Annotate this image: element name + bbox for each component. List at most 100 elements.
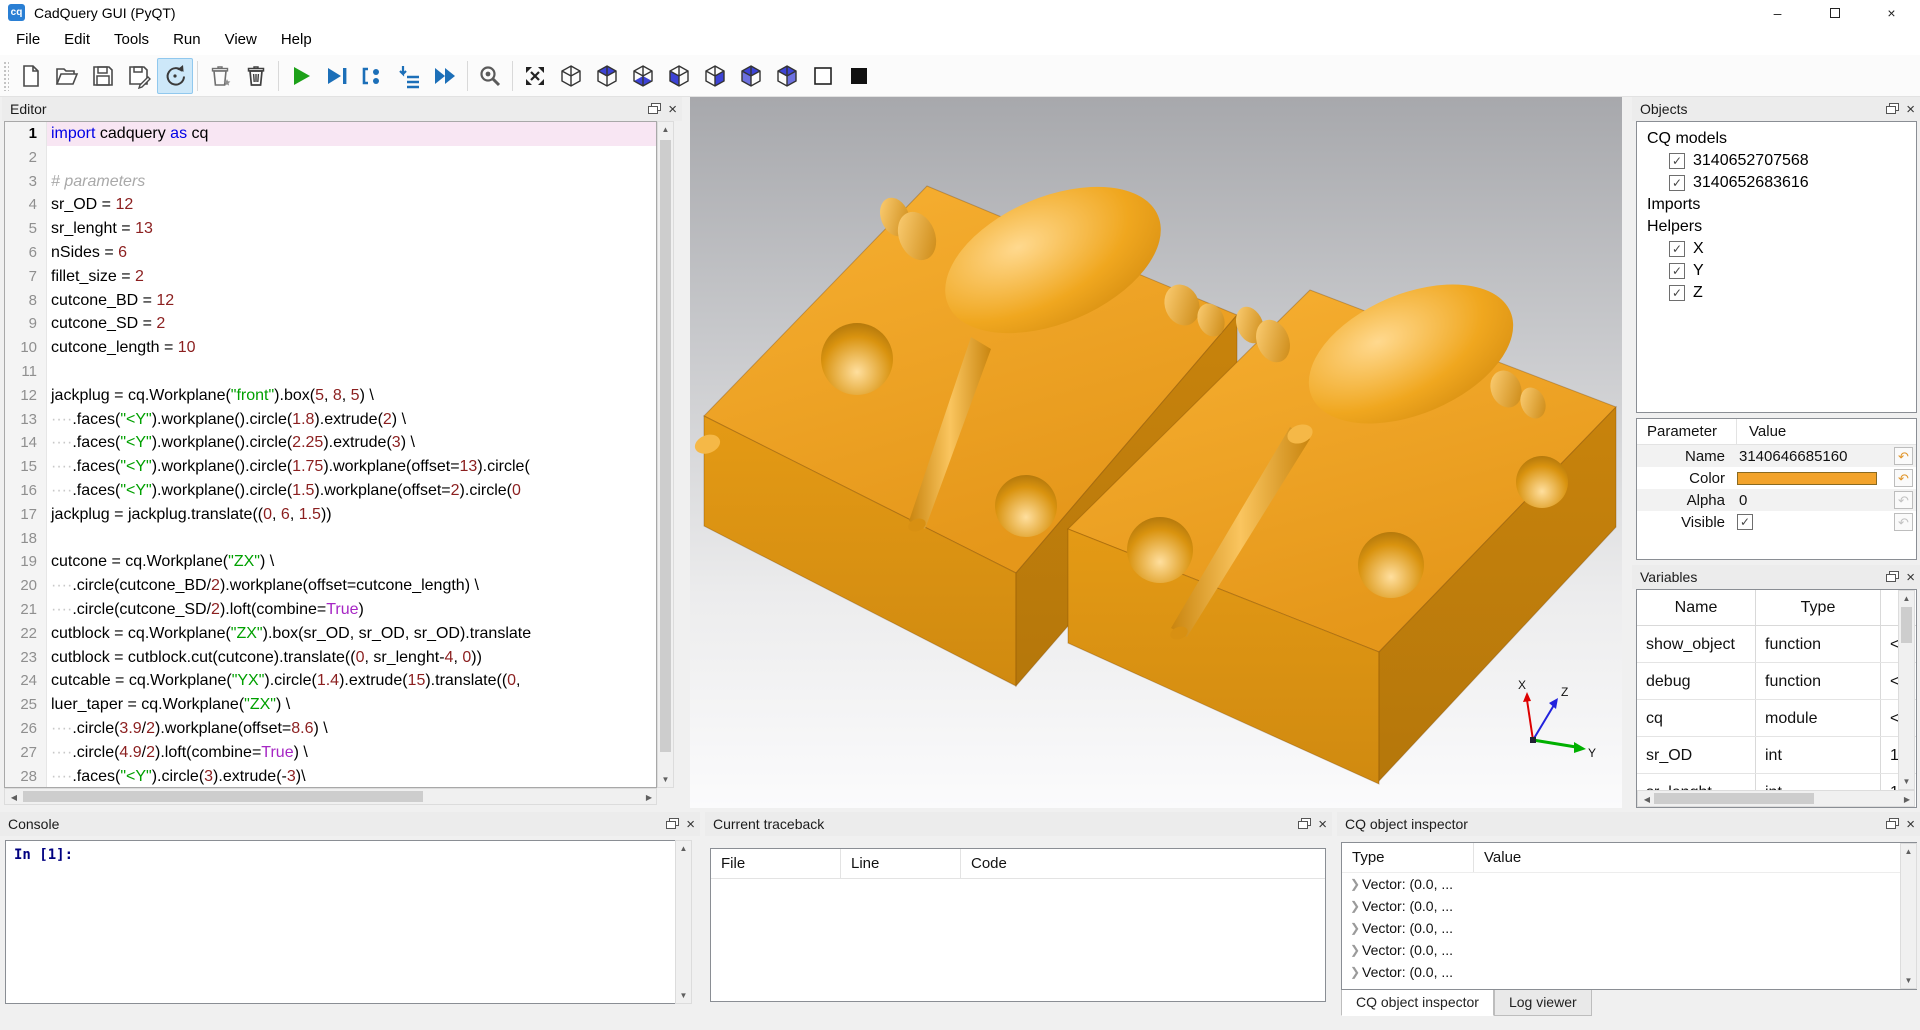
delete-button[interactable] [238,58,274,94]
editor-vscrollbar[interactable]: ▲ ▼ [657,121,674,788]
undo-icon[interactable]: ↶ [1894,491,1913,509]
inspector-row[interactable]: ❯Vector: (0.0, ... [1342,895,1916,917]
delete-temp-button[interactable] [202,58,238,94]
menu-file[interactable]: File [4,25,52,55]
undo-icon[interactable]: ↶ [1894,447,1913,465]
left-view-button[interactable] [733,58,769,94]
new-file-button[interactable] [13,58,49,94]
back-view-button[interactable] [697,58,733,94]
scroll-up-icon[interactable]: ▲ [1901,847,1916,856]
inspector-row[interactable]: ❯Vector: (0.0, ... [1342,917,1916,939]
render-button[interactable] [283,58,319,94]
scroll-down-icon[interactable]: ▼ [658,775,673,784]
close-panel-icon[interactable]: × [1906,102,1915,117]
debug-button[interactable] [319,58,355,94]
scroll-right-icon[interactable]: ▶ [1900,795,1910,804]
menu-help[interactable]: Help [269,25,324,55]
tree-item[interactable]: ✓3140652707568 [1637,150,1916,172]
expand-chevron-icon[interactable]: ❯ [1348,943,1362,957]
menu-tools[interactable]: Tools [102,25,161,55]
float-panel-icon[interactable] [1886,103,1899,115]
close-panel-icon[interactable]: × [1318,817,1327,832]
parameter-row[interactable]: Visible✓↶ [1637,511,1916,533]
scroll-down-icon[interactable]: ▼ [1901,976,1916,985]
expand-chevron-icon[interactable]: ❯ [1348,877,1362,891]
undo-icon[interactable]: ↶ [1894,469,1913,487]
tree-item[interactable]: Helpers [1637,216,1916,238]
close-panel-icon[interactable]: × [1906,570,1915,585]
expand-chevron-icon[interactable]: ❯ [1348,965,1362,979]
variable-row[interactable]: cqmodule<m [1637,700,1916,737]
float-panel-icon[interactable] [1298,818,1311,830]
save-as-button[interactable] [121,58,157,94]
variable-row[interactable]: show_objectfunction<f [1637,626,1916,663]
expand-chevron-icon[interactable]: ❯ [1348,921,1362,935]
inspector-row[interactable]: ❯Vector: (0.0, ... [1342,873,1916,895]
tree-item[interactable]: ✓X [1637,238,1916,260]
menu-run[interactable]: Run [161,25,213,55]
tree-item[interactable]: ✓Z [1637,282,1916,304]
inspector-row[interactable]: ❯Vector: (0.0, ... [1342,939,1916,961]
close-panel-icon[interactable]: × [686,817,695,832]
code-editor[interactable]: 1import cadquery as cq23# parameters4sr_… [4,121,657,788]
minimize-button[interactable]: – [1749,0,1806,25]
variables-vscrollbar[interactable]: ▲ ▼ [1898,590,1915,790]
bottom-view-button[interactable] [625,58,661,94]
maximize-button[interactable] [1806,0,1863,25]
step-into-button[interactable] [391,58,427,94]
fit-view-button[interactable] [517,58,553,94]
tree-item[interactable]: CQ models [1637,128,1916,150]
3d-viewport[interactable]: X Z Y [690,97,1622,808]
scroll-left-icon[interactable]: ◀ [9,793,19,802]
variable-row[interactable]: sr_ODint12 [1637,737,1916,774]
console-area[interactable]: In [1]: [5,840,692,1004]
console-vscrollbar[interactable]: ▲ ▼ [675,840,692,1004]
variable-row[interactable]: debugfunction<f [1637,663,1916,700]
checkbox[interactable]: ✓ [1669,263,1685,279]
save-button[interactable] [85,58,121,94]
scroll-up-icon[interactable]: ▲ [658,125,673,134]
menu-edit[interactable]: Edit [52,25,102,55]
float-panel-icon[interactable] [648,103,661,115]
visible-checkbox[interactable]: ✓ [1737,514,1753,530]
variables-hscrollbar[interactable]: ◀ ▶ [1637,790,1915,807]
expand-chevron-icon[interactable]: ❯ [1348,899,1362,913]
iso-view-button[interactable] [553,58,589,94]
inspector-vscrollbar[interactable]: ▲ ▼ [1900,843,1917,989]
menu-view[interactable]: View [213,25,269,55]
tab-log-viewer[interactable]: Log viewer [1494,990,1592,1016]
scroll-down-icon[interactable]: ▼ [676,991,691,1000]
top-view-button[interactable] [589,58,625,94]
step-button[interactable] [355,58,391,94]
scroll-up-icon[interactable]: ▲ [676,844,691,853]
scroll-right-icon[interactable]: ▶ [642,793,652,802]
checkbox[interactable]: ✓ [1669,241,1685,257]
parameter-row[interactable]: Name3140646685160↶ [1637,445,1916,467]
inspector-row[interactable]: ❯Vector: (0.0, ... [1342,961,1916,983]
scroll-down-icon[interactable]: ▼ [1899,777,1914,786]
checkbox[interactable]: ✓ [1669,153,1685,169]
tab-cq-object-inspector[interactable]: CQ object inspector [1341,990,1494,1016]
close-button[interactable]: × [1863,0,1920,25]
color-swatch[interactable] [1737,472,1877,485]
close-panel-icon[interactable]: × [668,102,677,117]
editor-hscrollbar[interactable]: ◀ ▶ [4,788,657,805]
float-panel-icon[interactable] [1886,818,1899,830]
scroll-left-icon[interactable]: ◀ [1642,795,1652,804]
checkbox[interactable]: ✓ [1669,175,1685,191]
scroll-up-icon[interactable]: ▲ [1899,594,1914,603]
float-panel-icon[interactable] [1886,571,1899,583]
tree-item[interactable]: Imports [1637,194,1916,216]
tree-item[interactable]: ✓Y [1637,260,1916,282]
front-view-button[interactable] [661,58,697,94]
right-view-button[interactable] [769,58,805,94]
checkbox[interactable]: ✓ [1669,285,1685,301]
parameter-row[interactable]: Alpha0↶ [1637,489,1916,511]
parameter-row[interactable]: Color↶ [1637,467,1916,489]
inspect-button[interactable] [472,58,508,94]
toolbar-grip[interactable] [3,61,9,91]
close-panel-icon[interactable]: × [1906,817,1915,832]
undo-icon[interactable]: ↶ [1894,513,1913,531]
tree-item[interactable]: ✓3140652683616 [1637,172,1916,194]
open-file-button[interactable] [49,58,85,94]
